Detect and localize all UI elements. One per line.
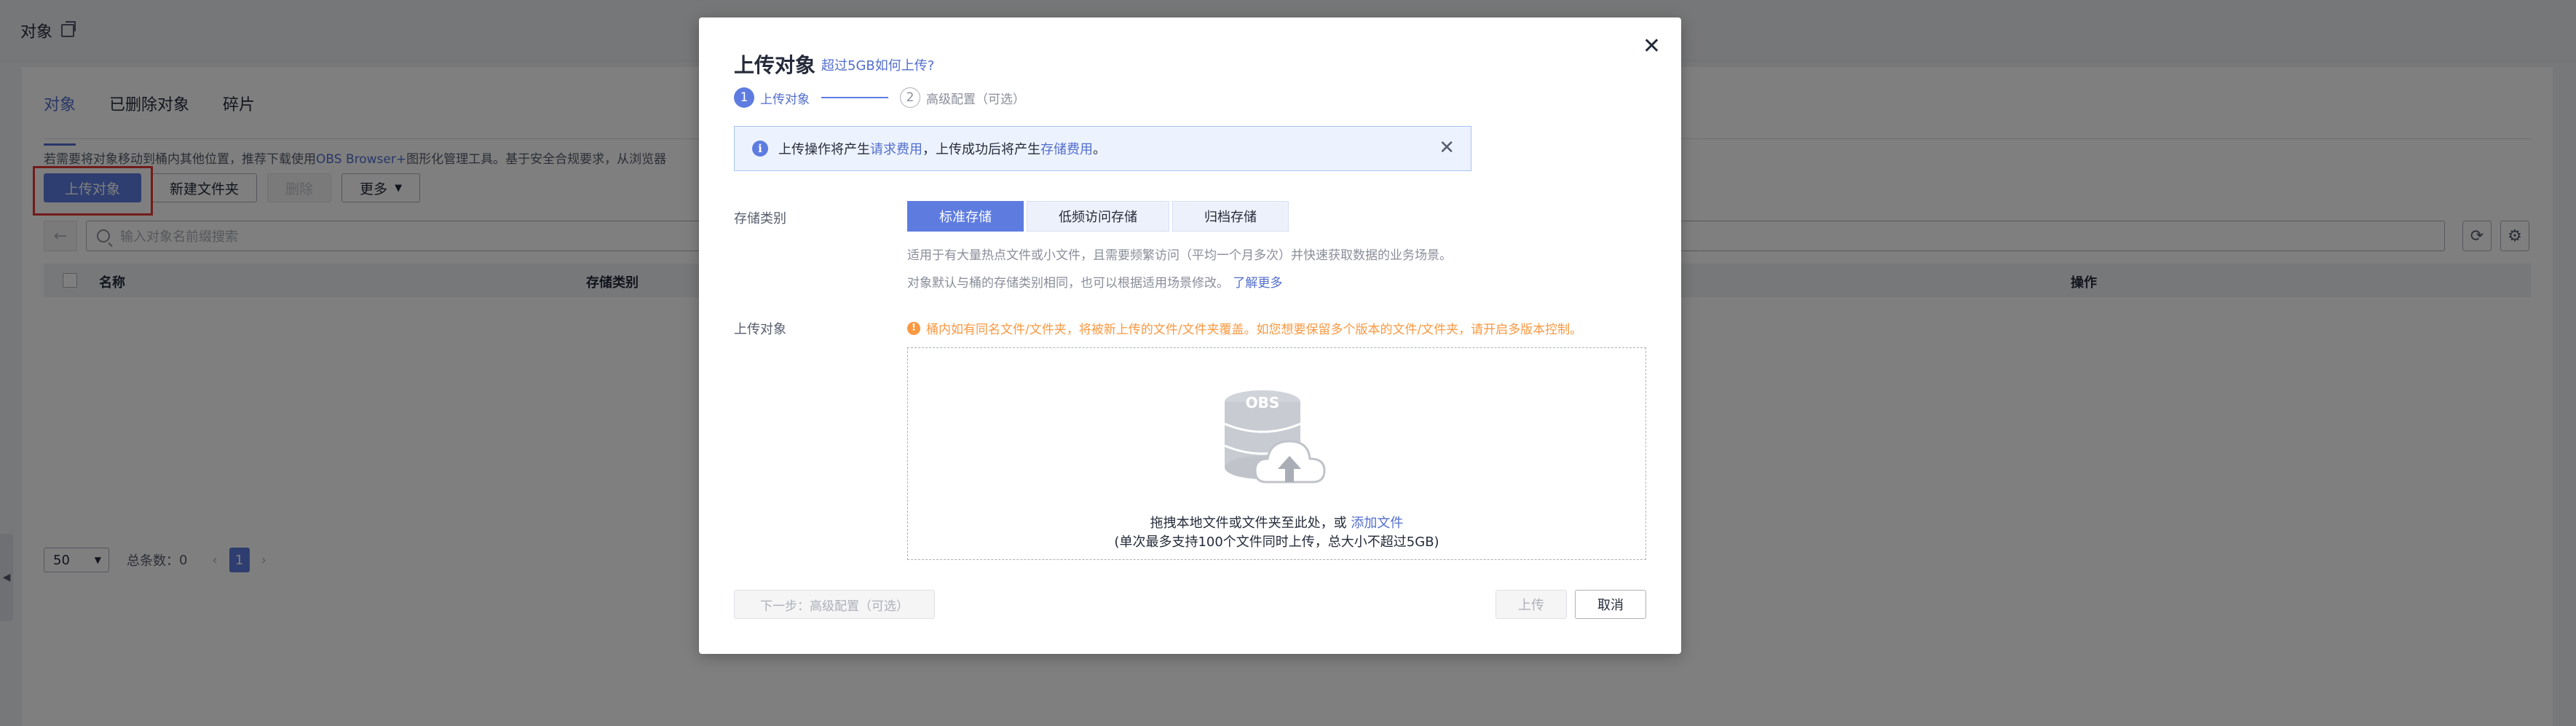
upload-button: 上传 [1496, 590, 1567, 619]
storage-class-note: 对象默认与桶的存储类别相同，也可以根据适用场景修改。 了解更多 [907, 276, 1283, 291]
upload-dialog: 上传对象 超过5GB如何上传? ✕ 1 上传对象 2 高级配置（可选） i 上传… [699, 17, 1681, 654]
next-step-button: 下一步：高级配置（可选） [734, 590, 935, 619]
storage-class-selector: 标准存储 低频访问存储 归档存储 [907, 201, 1292, 232]
close-icon[interactable]: ✕ [1643, 33, 1661, 59]
file-drop-zone[interactable]: OBS 拖拽本地文件或文件夹至此处，或 添加文件 (单次最多支持100个文件同时… [907, 347, 1646, 560]
step-connector [821, 97, 888, 98]
storage-fee-link[interactable]: 存储费用 [1040, 139, 1093, 158]
cancel-button[interactable]: 取消 [1575, 590, 1646, 619]
storage-class-description: 适用于有大量热点文件或小文件，且需要频繁访问（平均一个月多次）并快速获取数据的业… [907, 248, 1452, 263]
fee-info-banner: i 上传操作将产生 请求费用 ，上传成功后将产生 存储费用。 ✕ [734, 126, 1471, 171]
step-2-label: 高级配置（可选） [926, 92, 1025, 107]
step-1-label: 上传对象 [760, 92, 810, 107]
overwrite-warning: ! 桶内如有同名文件/文件夹，将被新上传的文件/文件夹覆盖。如您想要保留多个版本… [907, 319, 1582, 337]
request-fee-link[interactable]: 请求费用 [870, 139, 922, 158]
step-1-number: 1 [734, 87, 754, 108]
info-icon: i [752, 141, 768, 157]
banner-close-icon[interactable]: ✕ [1439, 137, 1455, 159]
step-indicator: 1 上传对象 2 高级配置（可选） [734, 87, 1025, 108]
upload-object-label: 上传对象 [734, 322, 786, 337]
warning-icon: ! [907, 321, 920, 335]
learn-more-link[interactable]: 了解更多 [1233, 276, 1282, 291]
dialog-title: 上传对象 [734, 53, 816, 77]
step-2-number: 2 [900, 87, 920, 108]
storage-option-standard[interactable]: 标准存储 [907, 201, 1024, 232]
obs-upload-icon: OBS [1224, 390, 1326, 484]
drop-limit-hint: (单次最多支持100个文件同时上传，总大小不超过5GB) [1114, 534, 1439, 550]
storage-class-label: 存储类别 [734, 211, 786, 226]
large-file-help-link[interactable]: 超过5GB如何上传? [821, 55, 934, 74]
add-file-link[interactable]: 添加文件 [1351, 516, 1403, 531]
obs-icon-text: OBS [1246, 394, 1280, 411]
storage-option-infrequent[interactable]: 低频访问存储 [1027, 201, 1169, 232]
storage-option-archive[interactable]: 归档存储 [1172, 201, 1289, 232]
drop-instruction: 拖拽本地文件或文件夹至此处，或 添加文件 [1150, 516, 1404, 531]
